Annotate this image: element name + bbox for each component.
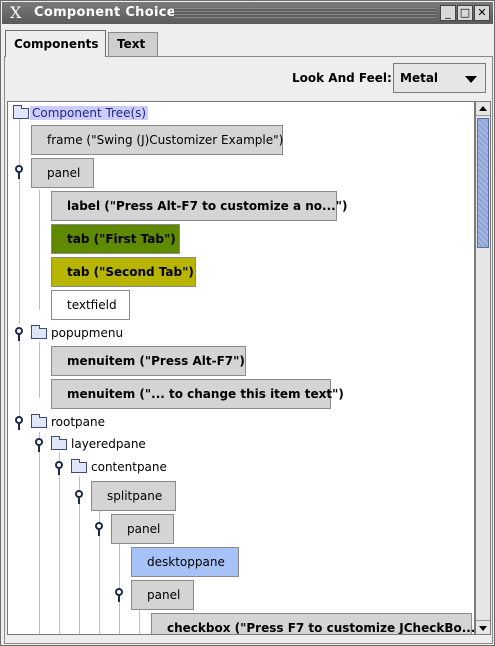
tree-node-second-tab[interactable]: tab ("Second Tab") [51,257,196,287]
tree-node-menuitem-2[interactable]: menuitem ("... to change this item text"… [51,379,344,409]
expand-handle-icon[interactable] [34,438,44,452]
folder-icon [31,325,47,339]
window-title: Component Choice [34,5,176,20]
look-and-feel-select[interactable]: Metal [393,63,486,93]
tree-node-first-tab[interactable]: tab ("First Tab") [51,224,180,254]
tree-node-panel[interactable]: panel [111,514,174,544]
component-choice-window: X Component Choice _ □ ✕ Components Text… [0,0,495,646]
tree-node-panel[interactable]: panel [31,158,94,188]
scroll-down-button[interactable] [476,620,490,634]
component-tree[interactable]: Component Tree(s) frame ("Swing (J)Custo… [7,101,475,635]
tree-node-frame[interactable]: frame ("Swing (J)Customizer Example") [31,125,283,155]
tree-line [119,538,120,634]
folder-icon [13,105,29,119]
tree-scrollbar[interactable] [475,101,491,635]
tab-components[interactable]: Components [5,30,106,57]
tree-node-menuitem-1[interactable]: menuitem ("Press Alt-F7") [51,346,246,376]
expand-handle-icon[interactable] [94,522,104,536]
tree-root-label[interactable]: Component Tree(s) [30,106,149,120]
scroll-thumb[interactable] [477,118,489,248]
tree-line [59,452,60,634]
tree-node-desktoppane[interactable]: desktoppane [131,547,239,577]
folder-icon [51,436,67,450]
maximize-icon: □ [459,6,471,19]
x-logo-icon: X [10,3,22,22]
chevron-down-icon [465,76,477,83]
minimize-icon: _ [445,6,451,19]
tree-line [39,190,40,310]
tree-line [39,432,40,634]
tree-node-rootpane[interactable]: rootpane [51,415,105,429]
components-panel: Look And Feel: Metal Component Tree(s) f… [4,56,493,644]
tree-line [19,178,20,324]
tree-node-textfield[interactable]: textfield [51,290,130,320]
expand-handle-icon[interactable] [14,165,24,179]
close-icon: ✕ [477,6,487,19]
tree-node-contentpane[interactable]: contentpane [91,460,167,474]
folder-icon [31,414,47,428]
expand-handle-icon[interactable] [14,327,24,341]
tree-node-panel[interactable]: panel [131,580,194,610]
tree-node-label[interactable]: label ("Press Alt-F7 to customize a no..… [51,191,347,221]
expand-handle-icon[interactable] [54,461,64,475]
folder-icon [71,459,87,473]
expand-handle-icon[interactable] [74,490,84,504]
expand-handle-icon[interactable] [14,416,24,430]
tree-line [19,116,20,172]
close-button[interactable]: ✕ [474,5,490,21]
tree-node-popupmenu[interactable]: popupmenu [51,326,123,340]
tree-line [39,342,40,398]
tree-node-layeredpane[interactable]: layeredpane [71,437,146,451]
minimize-button[interactable]: _ [440,5,456,21]
tree-node-checkbox[interactable]: checkbox ("Press F7 to customize JCheckB… [151,613,474,634]
tree-node-splitpane[interactable]: splitpane [91,481,176,511]
expand-handle-icon[interactable] [114,588,124,602]
scroll-up-button[interactable] [476,102,490,116]
title-bar[interactable]: X Component Choice _ □ ✕ [2,2,493,24]
maximize-button[interactable]: □ [457,5,473,21]
title-grip[interactable] [174,8,436,18]
tree-line [19,338,20,422]
look-and-feel-value: Metal [400,71,439,85]
tab-text[interactable]: Text [108,32,158,56]
look-and-feel-label: Look And Feel: [292,71,392,85]
